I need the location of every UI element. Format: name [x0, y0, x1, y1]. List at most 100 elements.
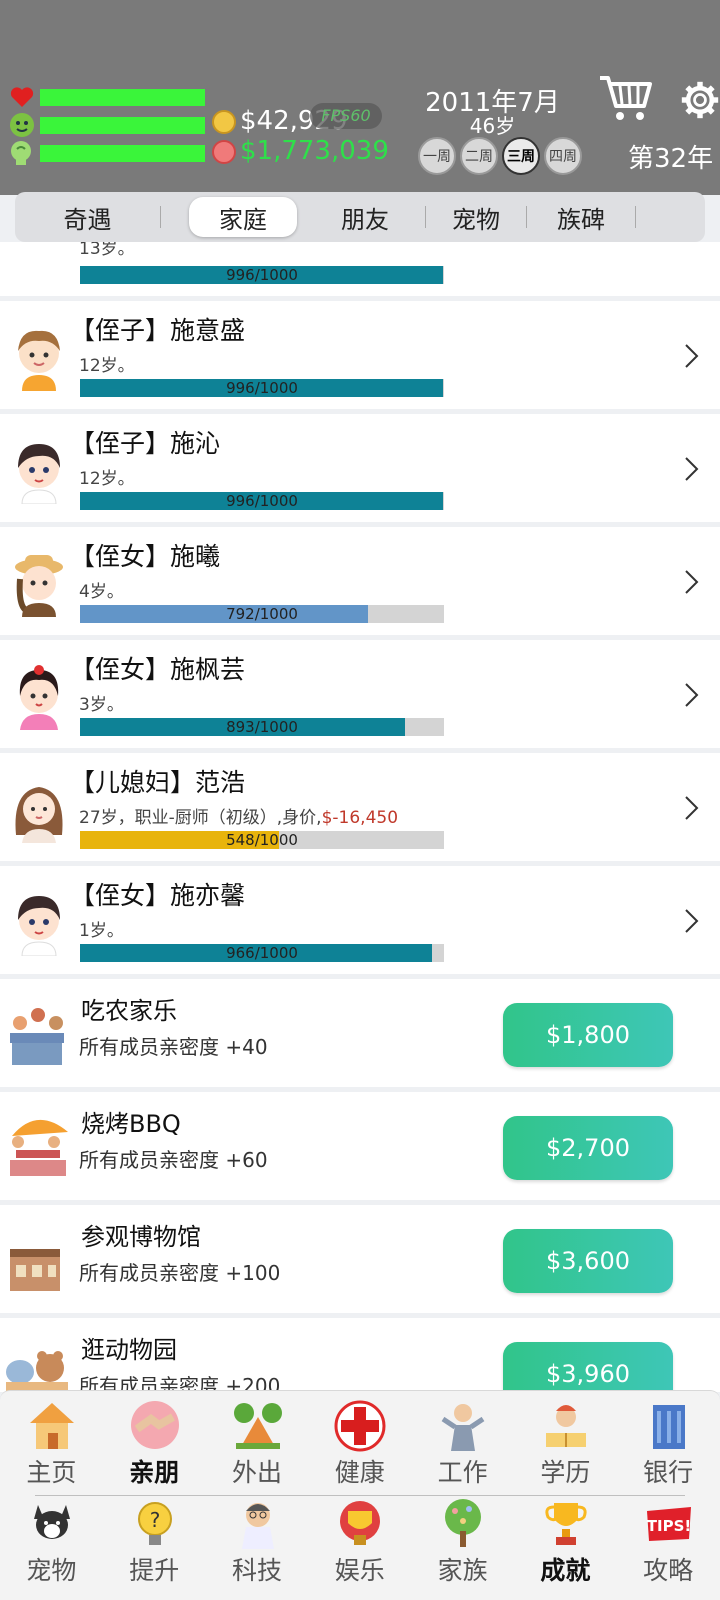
- activity-row: 烧烤BBQ 所有成员亲密度 +60 $2,700: [0, 1092, 720, 1200]
- nephew-avatar: [18, 444, 60, 504]
- health-stat: [8, 84, 205, 110]
- asset-amount: $1,773,039: [240, 136, 389, 166]
- trophy-icon: [545, 1503, 587, 1545]
- nav-relatives[interactable]: 亲朋: [103, 1397, 206, 1493]
- buy-activity-button[interactable]: $2,700: [503, 1116, 673, 1180]
- member-desc: 27岁，职业-厨师（初级）,身价,$-16,450: [79, 803, 398, 828]
- nephew-avatar: [18, 330, 60, 391]
- tab-clan-monument[interactable]: 族碑: [527, 197, 635, 237]
- intimacy-text: 893/1000: [226, 718, 298, 736]
- nav-label: 成就: [540, 1556, 591, 1585]
- buy-activity-button[interactable]: $3,600: [503, 1229, 673, 1293]
- nav-label: 科技: [231, 1556, 282, 1585]
- tab-friends[interactable]: 朋友: [305, 197, 425, 237]
- buy-activity-button[interactable]: $3,960: [503, 1342, 673, 1392]
- bbq-image: [10, 1119, 68, 1176]
- chevron-right-icon: [685, 909, 699, 933]
- farm-meal-image: [10, 1008, 64, 1065]
- member-name: 【侄子】施沁: [70, 429, 221, 458]
- scientist-icon: [241, 1503, 274, 1549]
- nav-improve[interactable]: ? 提升: [103, 1495, 206, 1591]
- family-member-row[interactable]: 【侄子】施意盛 12岁。 996/1000: [0, 301, 720, 409]
- week-selector: 一周 二周 三周 四周: [418, 137, 582, 175]
- tab-encounter[interactable]: 奇遇: [15, 197, 160, 237]
- member-name: 【侄子】施意盛: [70, 316, 246, 345]
- nav-pets[interactable]: 宠物: [0, 1495, 103, 1591]
- face-icon: [8, 112, 36, 138]
- member-desc: 4岁。: [79, 582, 124, 602]
- buy-activity-button[interactable]: $1,800: [503, 1003, 673, 1067]
- home-icon: [30, 1403, 74, 1449]
- family-member-row[interactable]: 【侄女】施曦 4岁。 792/1000: [0, 527, 720, 635]
- nav-home[interactable]: 主页: [0, 1397, 103, 1493]
- nav-guide[interactable]: TIPS! 攻略: [617, 1495, 720, 1591]
- member-name: 【侄女】施亦馨: [70, 881, 246, 910]
- nav-work[interactable]: 工作: [411, 1397, 514, 1493]
- chevron-right-icon: [685, 344, 699, 368]
- tips-icon: TIPS!: [647, 1507, 691, 1541]
- nav-bank[interactable]: 银行: [617, 1397, 720, 1493]
- family-member-row[interactable]: 【儿媳妇】范浩 27岁，职业-厨师（初级）,身价,$-16,450 548/10…: [0, 753, 720, 861]
- nav-tech[interactable]: 科技: [206, 1495, 309, 1591]
- activity-row: 吃农家乐 所有成员亲密度 +40 $1,800: [0, 979, 720, 1087]
- week-button-3[interactable]: 三周: [502, 137, 540, 175]
- intimacy-text: 996/1000: [226, 492, 298, 510]
- week-button-1[interactable]: 一周: [418, 137, 456, 175]
- member-desc: 13岁。: [79, 242, 135, 259]
- tab-pets[interactable]: 宠物: [426, 197, 526, 237]
- niece-avatar: [19, 665, 59, 730]
- week-button-2[interactable]: 二周: [460, 137, 498, 175]
- member-net-worth: $-16,450: [321, 808, 399, 828]
- intelligence-bar: [40, 144, 205, 162]
- family-member-row[interactable]: 【侄女】施亦馨 1岁。 966/1000: [0, 866, 720, 974]
- family-member-row[interactable]: 【侄子】施沁 12岁。 996/1000: [0, 414, 720, 522]
- handshake-icon: [130, 1401, 179, 1449]
- dog-icon: [34, 1505, 70, 1539]
- intimacy-bar: 966/1000: [80, 944, 444, 962]
- intimacy-text: 966/1000: [226, 944, 298, 962]
- tab-divider: [160, 206, 161, 228]
- shop-cart-button[interactable]: [598, 72, 654, 124]
- member-desc: 3岁。: [79, 695, 124, 715]
- nav-label: 家族: [437, 1556, 488, 1585]
- settings-button[interactable]: [680, 78, 720, 122]
- activity-effect: 所有成员亲密度 +100: [79, 1261, 281, 1285]
- nav-achievements[interactable]: 成就: [514, 1495, 617, 1591]
- cart-icon: [600, 76, 652, 120]
- nav-label: 提升: [129, 1556, 180, 1585]
- museum-image: [10, 1249, 60, 1291]
- nav-entertainment[interactable]: 娱乐: [308, 1495, 411, 1591]
- family-member-row[interactable]: 13岁。 996/1000: [0, 242, 720, 296]
- family-member-row[interactable]: 【侄女】施枫芸 3岁。 893/1000: [0, 640, 720, 748]
- bank-icon: [652, 1405, 685, 1449]
- chevron-right-icon: [685, 683, 699, 707]
- nav-label: 娱乐: [334, 1556, 385, 1585]
- coin-icon: [212, 110, 236, 134]
- daughter-in-law-avatar: [15, 787, 63, 843]
- gear-icon: [681, 81, 719, 119]
- intimacy-bar: 996/1000: [80, 492, 444, 510]
- bulb-icon: ?: [137, 1502, 172, 1545]
- study-icon: [545, 1405, 586, 1447]
- fps-badge: FPS60: [310, 103, 382, 129]
- player-age: 46岁: [469, 114, 516, 138]
- activity-effect: 所有成员亲密度 +40: [79, 1035, 268, 1059]
- tab-divider: [635, 206, 636, 228]
- nav-label: 外出: [231, 1458, 282, 1487]
- family-tree-icon: [445, 1499, 482, 1547]
- nav-row-secondary: 宠物 ? 提升 科技 娱乐 家族 成就 TIPS! 攻略: [0, 1495, 720, 1591]
- intimacy-bar: 792/1000: [80, 605, 444, 623]
- intimacy-bar: 548/1000: [80, 831, 444, 849]
- nav-health[interactable]: 健康: [308, 1397, 411, 1493]
- chevron-right-icon: [685, 570, 699, 594]
- nav-label: 学历: [540, 1458, 591, 1487]
- week-button-4[interactable]: 四周: [544, 137, 582, 175]
- activity-row: 参观博物馆 所有成员亲密度 +100 $3,600: [0, 1205, 720, 1313]
- intimacy-text: 548/1000: [226, 831, 298, 849]
- nav-family-clan[interactable]: 家族: [411, 1495, 514, 1591]
- nav-education[interactable]: 学历: [514, 1397, 617, 1493]
- nav-outing[interactable]: 外出: [206, 1397, 309, 1493]
- activity-effect: 所有成员亲密度 +60: [79, 1148, 268, 1172]
- tab-family[interactable]: 家庭: [189, 197, 297, 237]
- bottom-navigation: 主页 亲朋 外出 健康 工作 学历 银行 宠物 ? 提升 科技 娱乐 家族 成就…: [0, 1390, 720, 1600]
